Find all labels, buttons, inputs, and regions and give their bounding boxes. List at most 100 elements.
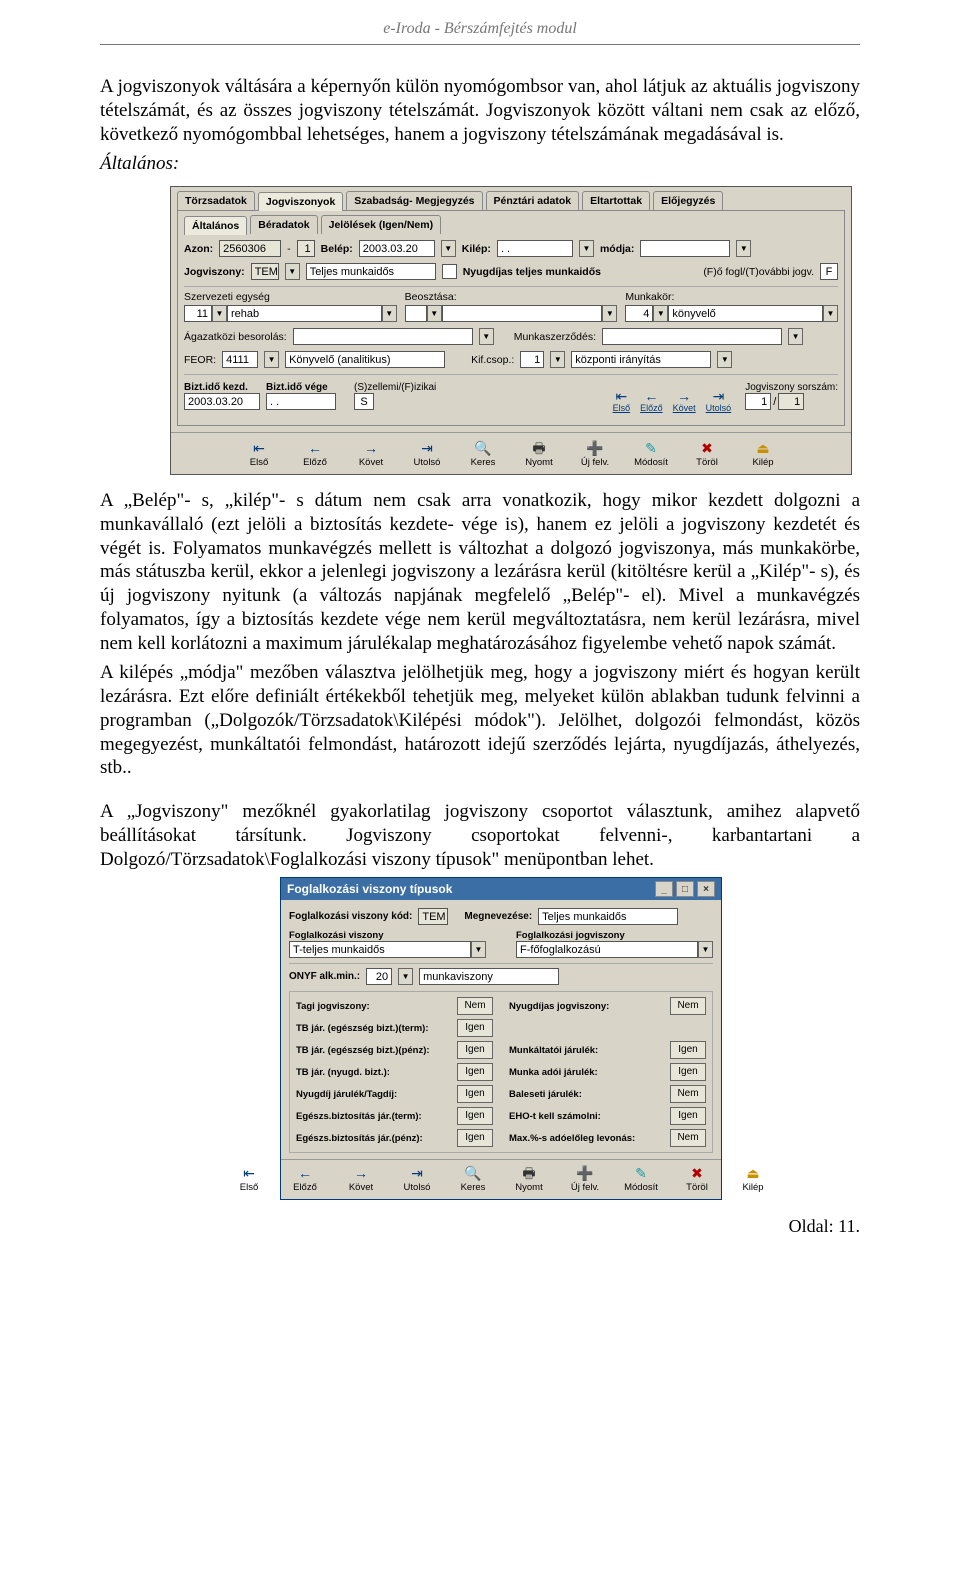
yn-value[interactable]: Igen	[457, 1085, 493, 1103]
dlg-fv-dropdown-icon[interactable]: ▼	[471, 941, 486, 958]
minimize-button[interactable]: _	[655, 881, 673, 897]
yn-value[interactable]: Igen	[670, 1107, 706, 1125]
biztido-kezd-field[interactable]: 2003.03.20	[184, 393, 260, 410]
szervezeti-dropdown2-icon[interactable]: ▼	[382, 305, 397, 322]
yn-label: Tagi jogviszony:	[296, 1001, 370, 1012]
beosztas-text-field[interactable]	[442, 305, 603, 322]
onyf-num-field[interactable]: 20	[366, 968, 392, 985]
belep-field[interactable]: 2003.03.20	[359, 240, 435, 257]
yn-value[interactable]: Igen	[457, 1063, 493, 1081]
tab-torzsadatok[interactable]: Törzsadatok	[177, 191, 255, 210]
yn-value[interactable]: Nem	[670, 997, 706, 1015]
szervezeti-num-field[interactable]: 11	[184, 305, 212, 322]
feor-num-field[interactable]: 4111	[222, 351, 258, 368]
toolbar-elz-button[interactable]: ←Előző	[293, 441, 337, 468]
munkaszerzodes-dropdown-icon[interactable]: ▼	[788, 328, 803, 345]
munkakor-dropdown2-icon[interactable]: ▼	[823, 305, 838, 322]
yn-value[interactable]: Igen	[670, 1041, 706, 1059]
feor-text-field[interactable]: Könyvelő (analitikus)	[285, 351, 445, 368]
kifcsop-dropdown2-icon[interactable]: ▼	[717, 351, 732, 368]
dlg-fj-dropdown-icon[interactable]: ▼	[698, 941, 713, 958]
nav-next-button[interactable]: →Követ	[673, 389, 696, 413]
kilep-field[interactable]: . .	[497, 240, 573, 257]
tab-penztari[interactable]: Pénztári adatok	[486, 191, 580, 210]
toolbar-trl-button[interactable]: ✖Töröl	[685, 441, 729, 468]
yn-value[interactable]: Nem	[670, 1085, 706, 1103]
szervezeti-text-field[interactable]: rehab	[227, 305, 382, 322]
toolbar-mdost-button[interactable]: ✎Módosít	[629, 441, 673, 468]
beosztas-dropdown-icon[interactable]: ▼	[427, 305, 442, 322]
munkakor-text-field[interactable]: könyvelő	[668, 305, 823, 322]
jfelv-icon: ➕	[576, 1166, 594, 1180]
toolbar-kilp-button[interactable]: ⏏Kilép	[741, 441, 785, 468]
yn-value[interactable]: Igen	[670, 1063, 706, 1081]
toolbar-els-button[interactable]: ⇤Első	[227, 1166, 271, 1193]
toolbar-els-button[interactable]: ⇤Első	[237, 441, 281, 468]
modja-dropdown-icon[interactable]: ▼	[736, 240, 751, 257]
onyf-text-field[interactable]: munkaviszony	[419, 968, 559, 985]
nav-prev-button[interactable]: ←Előző	[640, 389, 663, 413]
yn-value[interactable]: Igen	[457, 1107, 493, 1125]
azon-field[interactable]: 2560306	[219, 240, 281, 257]
toolbar-jfelv-button[interactable]: ➕Új felv.	[563, 1166, 607, 1193]
kilep-dropdown-icon[interactable]: ▼	[579, 240, 594, 257]
nav-first-button[interactable]: ⇤Első	[613, 389, 631, 413]
beosztas-num-field[interactable]	[405, 305, 427, 322]
yn-value[interactable]: Igen	[457, 1129, 493, 1147]
munkaszerzodes-field[interactable]	[602, 328, 782, 345]
toolbar-utols-button[interactable]: ⇥Utolsó	[395, 1166, 439, 1193]
nav-last-button[interactable]: ⇥Utolsó	[706, 389, 732, 413]
munkakor-num-field[interactable]: 4	[625, 305, 653, 322]
toolbar-trl-button[interactable]: ✖Töröl	[675, 1166, 719, 1193]
toolbar-nyomt-button[interactable]: 🖶Nyomt	[517, 441, 561, 468]
subtab-jelolesek[interactable]: Jelölések (Igen/Nem)	[321, 215, 441, 234]
toolbar-nyomt-button[interactable]: 🖶Nyomt	[507, 1166, 551, 1193]
nyugdijas-checkbox[interactable]	[442, 264, 457, 279]
toolbar-keres-button[interactable]: 🔍Keres	[461, 441, 505, 468]
agazatkozi-dropdown-icon[interactable]: ▼	[479, 328, 494, 345]
toolbar-elz-button[interactable]: ←Előző	[283, 1166, 327, 1193]
dlg-fv-field[interactable]: T-teljes munkaidős	[289, 941, 471, 958]
toolbar-keres-button[interactable]: 🔍Keres	[451, 1166, 495, 1193]
subtab-beradatok[interactable]: Béradatok	[250, 215, 317, 234]
dlg-fj-field[interactable]: F-főfoglalkozású	[516, 941, 698, 958]
jogviszony-dropdown-icon[interactable]: ▼	[285, 263, 300, 280]
dlg-megnevezes-field[interactable]: Teljes munkaidős	[538, 908, 678, 925]
yn-value[interactable]: Nem	[457, 997, 493, 1015]
tab-elojegyzes[interactable]: Előjegyzés	[653, 191, 723, 210]
toolbar-mdost-button[interactable]: ✎Módosít	[619, 1166, 663, 1193]
toolbar-jfelv-button[interactable]: ➕Új felv.	[573, 441, 617, 468]
toolbar-utols-button[interactable]: ⇥Utolsó	[405, 441, 449, 468]
kifcsop-text-field[interactable]: központi irányítás	[571, 351, 711, 368]
toolbar-kilp-button[interactable]: ⏏Kilép	[731, 1166, 775, 1193]
beosztas-dropdown2-icon[interactable]: ▼	[602, 305, 617, 322]
dlg-kod-field[interactable]: TEM	[418, 908, 448, 925]
feor-dropdown-icon[interactable]: ▼	[264, 351, 279, 368]
jogv-sorszam-field[interactable]: 1	[745, 393, 771, 410]
belep-dropdown-icon[interactable]: ▼	[441, 240, 456, 257]
kifcsop-num-field[interactable]: 1	[520, 351, 544, 368]
subtab-altalanos[interactable]: Általános	[184, 216, 247, 235]
close-button[interactable]: ×	[697, 881, 715, 897]
yn-value[interactable]: Igen	[457, 1019, 493, 1037]
biztido-vege-field[interactable]: . .	[266, 393, 336, 410]
yn-value[interactable]: Igen	[457, 1041, 493, 1059]
tab-eltartottak[interactable]: Eltartottak	[582, 191, 650, 210]
yn-value[interactable]: Nem	[670, 1129, 706, 1147]
szervezeti-dropdown-icon[interactable]: ▼	[212, 305, 227, 322]
onyf-dropdown-icon[interactable]: ▼	[398, 968, 413, 985]
sf-field[interactable]: S	[354, 393, 374, 410]
tab-szabadsag[interactable]: Szabadság- Megjegyzés	[346, 191, 482, 210]
toolbar-kvet-button[interactable]: →Követ	[339, 1166, 383, 1193]
jogviszony-code-field[interactable]: TEM	[251, 263, 279, 280]
maximize-button[interactable]: □	[676, 881, 694, 897]
kifcsop-dropdown-icon[interactable]: ▼	[550, 351, 565, 368]
agazatkozi-field[interactable]	[293, 328, 473, 345]
yn-label: Munka adói járulék:	[509, 1067, 598, 1078]
toolbar-kvet-button[interactable]: →Követ	[349, 441, 393, 468]
modja-field[interactable]	[640, 240, 730, 257]
azon-sub-field[interactable]: 1	[297, 240, 315, 257]
ff-field[interactable]: F	[820, 263, 838, 280]
tab-jogviszonyok[interactable]: Jogviszonyok	[258, 192, 343, 211]
munkakor-dropdown-icon[interactable]: ▼	[653, 305, 668, 322]
